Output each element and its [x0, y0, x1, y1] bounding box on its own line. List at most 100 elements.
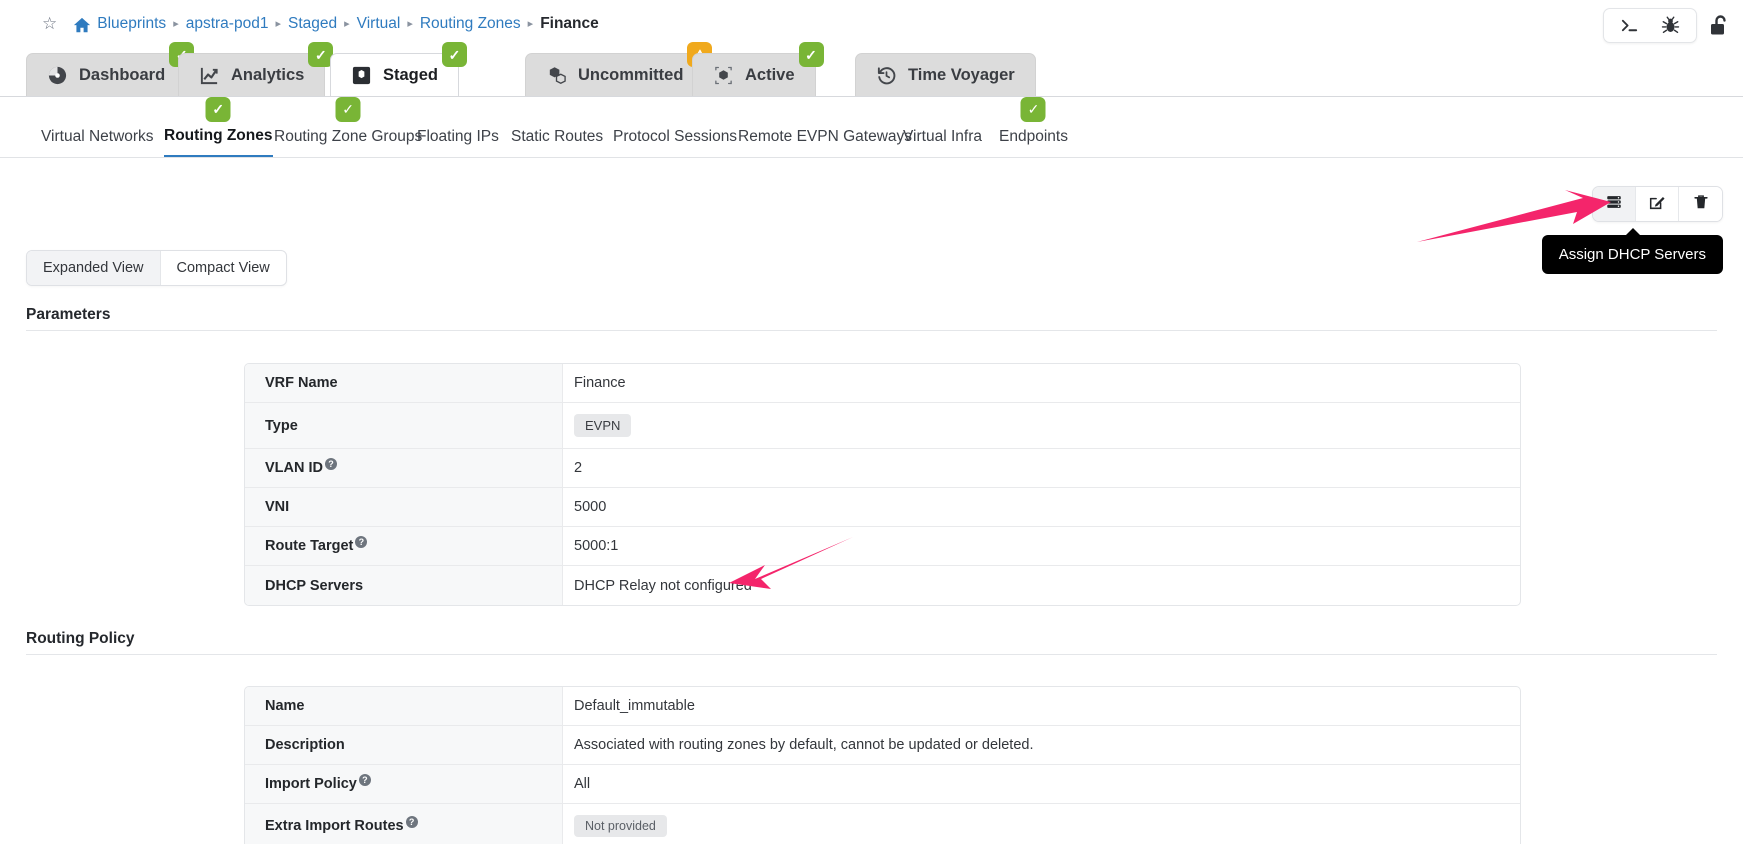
table-row: VLAN ID? 2	[245, 449, 1520, 488]
row-value: 2	[574, 460, 583, 476]
sidebar-item-protocol-sessions[interactable]: Protocol Sessions	[613, 117, 737, 157]
subtab-label: Floating IPs	[417, 128, 499, 145]
row-label: Description	[245, 726, 563, 764]
value-pill: Not provided	[574, 815, 667, 837]
row-value: EVPN	[563, 403, 1520, 448]
subtab-label: Static Routes	[511, 128, 604, 145]
subtab-label: Protocol Sessions	[613, 128, 738, 145]
table-row: VRF Name Finance	[245, 364, 1520, 403]
table-row: Extra Import Routes? Not provided	[245, 804, 1520, 844]
subtab-label: Routing Zones	[164, 127, 273, 144]
sidebar-item-endpoints[interactable]: ✓ Endpoints	[999, 97, 1068, 157]
row-label: Import Policy?	[245, 765, 563, 803]
routing-policy-table: Name Default_immutable Description Assoc…	[244, 686, 1521, 844]
assign-dhcp-servers-button[interactable]	[1593, 187, 1636, 221]
action-toolbar	[1592, 186, 1723, 222]
sidebar-item-remote-evpn-gateways[interactable]: Remote EVPN Gateways	[738, 117, 912, 157]
tab-active[interactable]: Active ✓	[692, 42, 824, 96]
tab-staged[interactable]: Staged ✓	[330, 42, 468, 96]
sidebar-item-virtual-infra[interactable]: Virtual Infra	[903, 117, 982, 157]
tab-label: Analytics	[231, 65, 305, 84]
sidebar-item-routing-zone-groups[interactable]: ✓ Routing Zone Groups	[274, 97, 423, 157]
row-label: DHCP Servers	[245, 566, 563, 605]
routing-policy-section-title: Routing Policy	[26, 630, 135, 647]
server-stack-icon	[1605, 193, 1623, 216]
view-mode-switch: Expanded View Compact View	[26, 250, 287, 286]
tab-uncommitted[interactable]: Uncommitted ⚠	[525, 42, 713, 96]
parameters-section-title: Parameters	[26, 306, 111, 323]
breadcrumb-separator: ▸	[407, 18, 413, 30]
breadcrumb-item-2[interactable]: Staged	[288, 15, 337, 33]
row-value: 5000	[574, 499, 607, 515]
analytics-chart-icon	[199, 65, 220, 86]
staged-box-icon	[351, 65, 372, 86]
breadcrumb-bar: ☆ Blueprints ▸ apstra-pod1 ▸ Staged ▸ Vi…	[0, 0, 1743, 47]
breadcrumb-item-0[interactable]: Blueprints	[97, 15, 166, 33]
compact-view-button[interactable]: Compact View	[161, 251, 286, 285]
uncommitted-cubes-icon	[546, 65, 567, 86]
table-row: VNI 5000	[245, 488, 1520, 527]
subtab-label: Endpoints	[999, 128, 1068, 145]
active-cube-icon	[713, 65, 734, 86]
tooltip-assign-dhcp-servers: Assign DHCP Servers	[1541, 228, 1723, 274]
tab-label: Dashboard	[79, 65, 166, 84]
help-icon[interactable]: ?	[405, 816, 418, 828]
subtab-label: Virtual Infra	[903, 128, 982, 145]
tools-pill	[1603, 8, 1697, 43]
sidebar-item-floating-ips[interactable]: Floating IPs	[417, 117, 499, 157]
row-label: VNI	[245, 488, 563, 526]
section-divider	[26, 330, 1717, 331]
sub-tab-bar: Virtual Networks ✓ Routing Zones ✓ Routi…	[0, 97, 1743, 158]
breadcrumb-separator: ▸	[275, 18, 281, 30]
table-row: DHCP Servers DHCP Relay not configured	[245, 566, 1520, 605]
sidebar-item-static-routes[interactable]: Static Routes	[511, 117, 603, 157]
section-divider	[26, 654, 1717, 655]
breadcrumb-separator: ▸	[527, 18, 534, 30]
tab-dashboard[interactable]: Dashboard ✓	[26, 42, 195, 96]
sidebar-item-virtual-networks[interactable]: Virtual Networks	[41, 117, 154, 157]
value-pill: EVPN	[574, 414, 632, 437]
row-label: Name	[245, 687, 563, 725]
view-option-label: Compact View	[176, 260, 270, 276]
tab-label: Uncommitted	[578, 65, 684, 84]
tab-label: Time Voyager	[908, 65, 1015, 84]
edit-button[interactable]	[1636, 187, 1679, 221]
delete-button[interactable]	[1679, 187, 1722, 221]
help-icon[interactable]: ?	[325, 458, 337, 470]
table-row: Name Default_immutable	[245, 687, 1520, 726]
bug-icon[interactable]	[1661, 16, 1680, 35]
terminal-icon[interactable]	[1620, 16, 1639, 35]
sidebar-item-routing-zones[interactable]: ✓ Routing Zones	[164, 97, 273, 157]
expanded-view-button[interactable]: Expanded View	[27, 251, 161, 285]
time-voyager-clock-icon	[876, 65, 897, 86]
trash-icon	[1692, 193, 1710, 216]
status-badge-ok: ✓	[335, 97, 361, 122]
view-option-label: Expanded View	[43, 260, 144, 276]
breadcrumb-item-3[interactable]: Virtual	[357, 15, 401, 33]
breadcrumb-current: Finance	[540, 14, 599, 32]
breadcrumb-item-1[interactable]: apstra-pod1	[186, 15, 269, 33]
row-value: All	[574, 776, 591, 792]
row-value: DHCP Relay not configured	[574, 577, 752, 594]
breadcrumb-item-4[interactable]: Routing Zones	[420, 15, 521, 33]
breadcrumb-separator: ▸	[173, 18, 179, 30]
row-label: Type	[245, 403, 563, 448]
main-tab-bar: Dashboard ✓ Analytics ✓ Staged ✓ Uncommi…	[0, 42, 1743, 97]
home-icon[interactable]	[73, 17, 91, 33]
dashboard-gauge-icon	[47, 65, 68, 86]
row-label: VRF Name	[245, 364, 563, 402]
subtab-label: Remote EVPN Gateways	[738, 128, 913, 145]
unlocked-padlock-icon[interactable]	[1707, 13, 1733, 39]
help-icon[interactable]: ?	[358, 774, 371, 786]
row-label: Extra Import Routes?	[245, 804, 563, 844]
tab-analytics[interactable]: Analytics ✓	[178, 42, 334, 96]
tab-time-voyager[interactable]: Time Voyager	[855, 53, 1036, 96]
top-right-tools	[1603, 8, 1733, 43]
subtab-label: Routing Zone Groups	[274, 128, 423, 145]
favorite-star-icon[interactable]: ☆	[42, 15, 57, 32]
tab-label: Active	[745, 65, 795, 84]
status-badge-ok: ✓	[798, 42, 824, 67]
breadcrumb: Blueprints ▸ apstra-pod1 ▸ Staged ▸ Virt…	[97, 15, 599, 33]
help-icon[interactable]: ?	[355, 536, 368, 548]
row-value: Default_immutable	[574, 698, 695, 714]
